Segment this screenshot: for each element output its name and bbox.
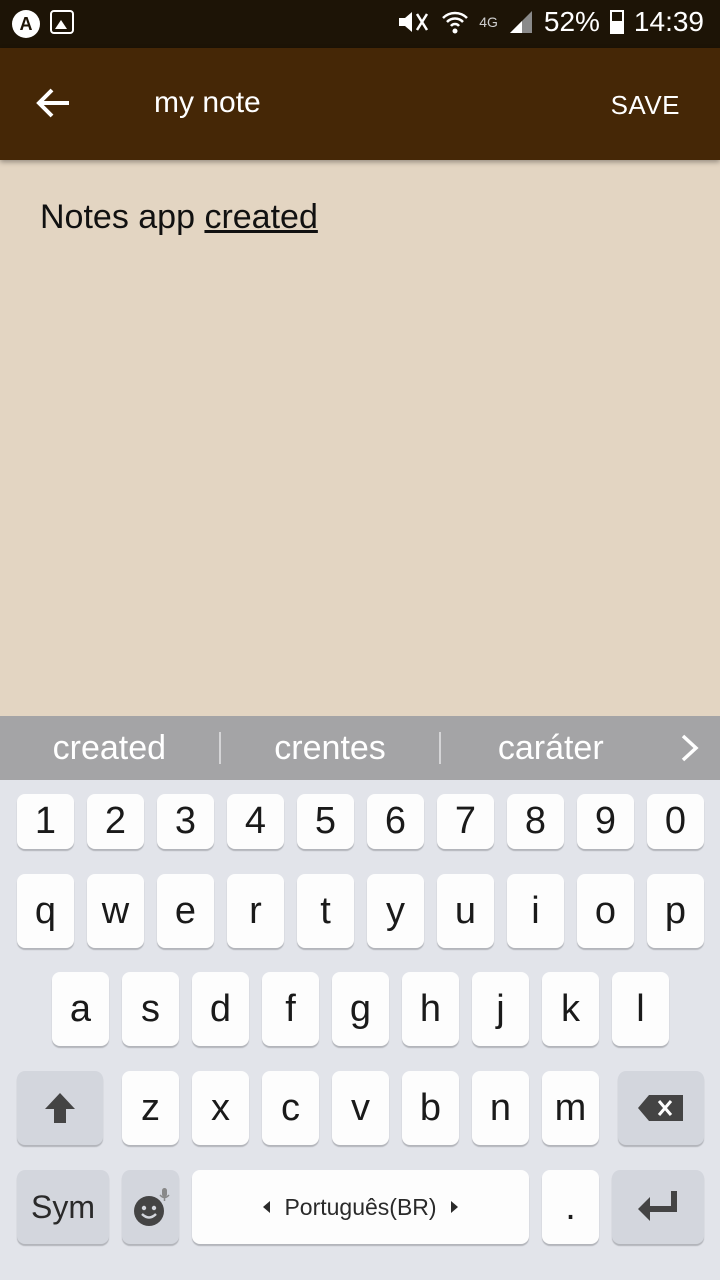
emoji-icon	[133, 1188, 170, 1226]
battery-percent: 52%	[543, 6, 600, 37]
key-o[interactable]: o	[577, 874, 634, 948]
key-e[interactable]: e	[157, 874, 214, 948]
shift-key[interactable]	[17, 1071, 103, 1145]
app-notification-icon: A	[12, 10, 40, 38]
key-x[interactable]: x	[192, 1071, 249, 1145]
space-key[interactable]: Português(BR)	[192, 1170, 529, 1244]
key-8[interactable]: 8	[507, 794, 564, 849]
key-b[interactable]: b	[402, 1071, 459, 1145]
key-r[interactable]: r	[227, 874, 284, 948]
note-title: my note	[154, 86, 261, 119]
key-f[interactable]: f	[262, 972, 319, 1046]
clock: 14:39	[633, 6, 704, 37]
key-0[interactable]: 0	[647, 794, 704, 849]
network-type: 4G	[479, 14, 498, 30]
key-h[interactable]: h	[402, 972, 459, 1046]
save-button[interactable]: SAVE	[611, 90, 680, 121]
key-p[interactable]: p	[647, 874, 704, 948]
image-notification-icon	[50, 10, 74, 34]
shift-icon	[45, 1093, 75, 1123]
wifi-icon	[442, 11, 469, 34]
key-z[interactable]: z	[122, 1071, 179, 1145]
emoji-key[interactable]	[122, 1170, 179, 1244]
note-text: Notes app	[40, 198, 205, 236]
arrow-left-icon	[36, 88, 69, 118]
key-2[interactable]: 2	[87, 794, 144, 849]
signal-icon	[509, 11, 532, 33]
key-4[interactable]: 4	[227, 794, 284, 849]
period-key[interactable]: .	[542, 1170, 599, 1244]
key-a[interactable]: a	[52, 972, 109, 1046]
key-v[interactable]: v	[332, 1071, 389, 1145]
key-k[interactable]: k	[542, 972, 599, 1046]
space-language-label: Português(BR)	[284, 1193, 437, 1220]
key-i[interactable]: i	[507, 874, 564, 948]
sym-key[interactable]: Sym	[17, 1170, 109, 1244]
sym-key-label: Sym	[31, 1188, 95, 1225]
key-n[interactable]: n	[472, 1071, 529, 1145]
more-suggestions-button[interactable]	[660, 733, 720, 763]
note-composing-word: created	[204, 198, 318, 236]
key-q[interactable]: q	[17, 874, 74, 948]
suggestion-1[interactable]: created	[0, 729, 219, 768]
key-l[interactable]: l	[612, 972, 669, 1046]
key-u[interactable]: u	[437, 874, 494, 948]
key-j[interactable]: j	[472, 972, 529, 1046]
language-next-icon	[450, 1201, 458, 1213]
key-9[interactable]: 9	[577, 794, 634, 849]
key-c[interactable]: c	[262, 1071, 319, 1145]
key-m[interactable]: m	[542, 1071, 599, 1145]
key-y[interactable]: y	[367, 874, 424, 948]
backspace-key[interactable]	[618, 1071, 704, 1145]
mute-icon	[399, 12, 429, 32]
backspace-icon	[638, 1095, 683, 1121]
battery-icon	[609, 10, 624, 34]
key-w[interactable]: w	[87, 874, 144, 948]
enter-key[interactable]	[612, 1170, 704, 1244]
status-bar: A 4G 52% 14:39	[0, 0, 720, 48]
key-s[interactable]: s	[122, 972, 179, 1046]
back-button[interactable]	[28, 78, 78, 128]
key-1[interactable]: 1	[17, 794, 74, 849]
app-toolbar: my note SAVE	[0, 48, 720, 160]
keyboard: 1 2 3 4 5 6 7 8 9 0 q w e r t y u i o p …	[0, 780, 720, 1280]
suggestion-2[interactable]: crentes	[221, 729, 440, 768]
enter-icon	[638, 1191, 677, 1221]
chevron-right-icon	[681, 734, 699, 762]
key-5[interactable]: 5	[297, 794, 354, 849]
key-t[interactable]: t	[297, 874, 354, 948]
language-prev-icon	[263, 1201, 271, 1213]
key-3[interactable]: 3	[157, 794, 214, 849]
suggestion-bar: created crentes caráter	[0, 716, 720, 780]
key-d[interactable]: d	[192, 972, 249, 1046]
note-editor[interactable]: Notes app created	[40, 198, 680, 237]
key-g[interactable]: g	[332, 972, 389, 1046]
key-6[interactable]: 6	[367, 794, 424, 849]
suggestion-3[interactable]: caráter	[441, 729, 660, 768]
key-7[interactable]: 7	[437, 794, 494, 849]
